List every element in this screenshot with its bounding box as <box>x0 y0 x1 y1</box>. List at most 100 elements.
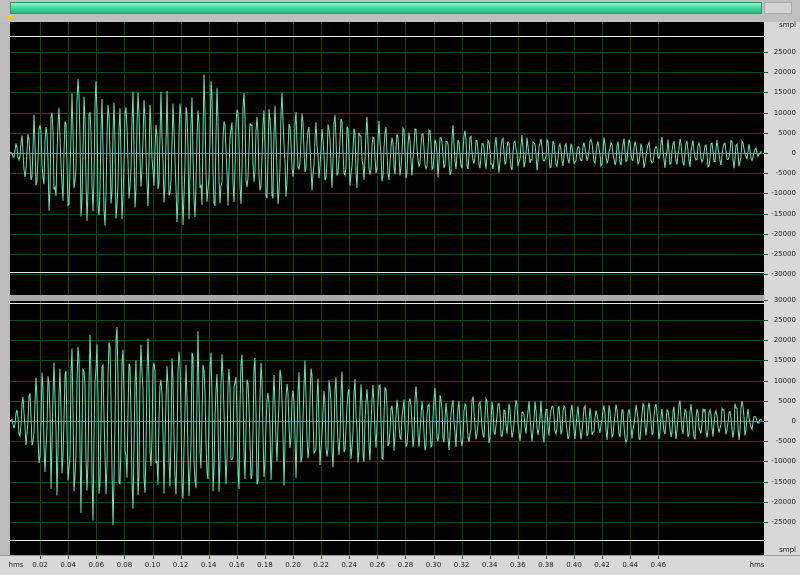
amplitude-bottom-tick-label: 0 <box>791 417 796 425</box>
time-tick-label: 0.14 <box>200 561 217 569</box>
amplitude-top-tick-label: -10000 <box>771 189 796 198</box>
amplitude-bottom-tick-label: -10000 <box>771 457 796 466</box>
time-unit-right: hms <box>749 561 765 569</box>
audio-editor: smpl smpl 25000 20000 15000 10000 5000 0 -5000… <box>0 0 800 575</box>
time-tick-label: 0.32 <box>453 561 470 569</box>
time-tick-mark <box>405 556 406 559</box>
amplitude-top-tick-label: -5000 <box>775 169 796 178</box>
overview-scrollbar[interactable] <box>10 2 762 14</box>
amplitude-bottom-tick-mark <box>764 381 768 382</box>
amplitude-top-tick-label: -20000 <box>771 229 796 238</box>
time-tick-mark <box>40 556 41 559</box>
time-tick-label: 0.12 <box>172 561 189 569</box>
time-tick-label: 0.22 <box>313 561 329 569</box>
time-tick-mark <box>434 556 435 559</box>
amplitude-bottom-tick-mark <box>764 461 768 462</box>
waveform-channel-right <box>10 327 763 526</box>
time-tick-label: 0.18 <box>257 561 273 569</box>
time-tick-label: 0.30 <box>425 561 442 569</box>
amplitude-bottom-tick-mark <box>764 502 768 503</box>
amplitude-bottom-tick-mark <box>764 320 768 321</box>
amplitude-bottom-tick-mark <box>764 340 768 341</box>
time-tick-mark <box>658 556 659 559</box>
amplitude-bottom-tick-mark <box>764 421 768 422</box>
amplitude-top-tick-mark <box>764 274 768 275</box>
time-tick-label: 0.02 <box>32 561 48 569</box>
amplitude-top-tick-label: 5000 <box>778 128 796 137</box>
time-tick-label: 0.24 <box>341 561 357 569</box>
time-tick-label: 0.04 <box>60 561 76 569</box>
time-tick-label: 0.36 <box>510 561 526 569</box>
amplitude-top-tick-mark <box>764 214 768 215</box>
amplitude-bottom-tick-label: 30000 <box>773 295 796 304</box>
time-tick-mark <box>377 556 378 559</box>
time-tick-mark <box>349 556 350 559</box>
amplitude-bottom-tick-label: -5000 <box>775 437 796 446</box>
waveform-display[interactable] <box>10 22 764 555</box>
amplitude-top-tick-mark <box>764 173 768 174</box>
amplitude-top-tick-mark <box>764 52 768 53</box>
time-tick-label: 0.26 <box>369 561 386 569</box>
time-unit-left: hms <box>8 561 24 569</box>
time-tick-label: 0.06 <box>88 561 105 569</box>
time-tick-mark <box>68 556 69 559</box>
time-tick-mark <box>181 556 182 559</box>
channel-divider[interactable] <box>10 295 764 301</box>
amplitude-top-tick-mark <box>764 254 768 255</box>
time-tick-label: 0.46 <box>650 561 667 569</box>
amplitude-top-tick-mark <box>764 92 768 93</box>
amplitude-top-tick-mark <box>764 234 768 235</box>
time-tick-mark <box>209 556 210 559</box>
amplitude-ruler: smpl smpl 25000 20000 15000 10000 5000 0 -5000… <box>764 21 800 555</box>
waveform-channel-left <box>10 74 763 226</box>
amplitude-bottom-tick-mark <box>764 300 768 301</box>
amplitude-bottom-tick-mark <box>764 482 768 483</box>
amplitude-top-tick-mark <box>764 193 768 194</box>
time-tick-mark <box>237 556 238 559</box>
amplitude-top-tick-label: 0 <box>791 149 796 157</box>
time-tick-label: 0.16 <box>229 561 245 569</box>
time-tick-mark <box>630 556 631 559</box>
time-tick-mark <box>602 556 603 559</box>
amplitude-top-tick-label: 10000 <box>773 108 796 117</box>
grid-lines <box>10 22 764 555</box>
time-ruler: hms hms 0.02 0.04 0.06 0.08 0.10 0.12 0.14 0.16… <box>0 555 800 575</box>
amplitude-top-tick-mark <box>764 153 768 154</box>
amplitude-unit-top: smpl <box>779 21 796 29</box>
time-tick-mark <box>96 556 97 559</box>
left-margin <box>0 22 10 555</box>
amplitude-bottom-tick-mark <box>764 360 768 361</box>
amplitude-bottom-tick-label: -25000 <box>771 518 796 526</box>
triangle-down-icon[interactable] <box>6 15 14 21</box>
amplitude-top-tick-label: 15000 <box>773 88 796 97</box>
time-tick-label: 0.38 <box>538 561 554 569</box>
amplitude-top-tick-label: -25000 <box>771 250 796 258</box>
time-tick-mark <box>462 556 463 559</box>
clip-lines <box>10 36 764 541</box>
time-tick-label: 0.28 <box>397 561 414 569</box>
time-tick-label: 0.40 <box>566 561 582 569</box>
overview-thumb[interactable] <box>11 3 761 13</box>
amplitude-bottom-tick-label: 5000 <box>778 396 796 405</box>
time-tick-mark <box>153 556 154 559</box>
time-tick-mark <box>265 556 266 559</box>
amplitude-bottom-tick-mark <box>764 522 768 523</box>
time-tick-mark <box>321 556 322 559</box>
amplitude-bottom-tick-label: 10000 <box>773 376 796 385</box>
time-tick-label: 0.42 <box>594 561 610 569</box>
amplitude-bottom-tick-label: -20000 <box>771 497 796 506</box>
amplitude-top-tick-mark <box>764 113 768 114</box>
time-tick-label: 0.10 <box>144 561 161 569</box>
time-tick-mark <box>518 556 519 559</box>
scrollbar-end-cap <box>764 2 792 14</box>
time-tick-mark <box>546 556 547 559</box>
time-tick-mark <box>293 556 294 559</box>
amplitude-bottom-tick-mark <box>764 401 768 402</box>
time-tick-mark <box>574 556 575 559</box>
amplitude-unit-bottom: smpl <box>779 546 796 554</box>
time-tick-mark <box>124 556 125 559</box>
time-tick-mark <box>490 556 491 559</box>
amplitude-top-tick-label: -30000 <box>771 270 796 279</box>
amplitude-bottom-tick-label: 20000 <box>773 336 796 345</box>
amplitude-bottom-tick-label: 15000 <box>773 356 796 365</box>
